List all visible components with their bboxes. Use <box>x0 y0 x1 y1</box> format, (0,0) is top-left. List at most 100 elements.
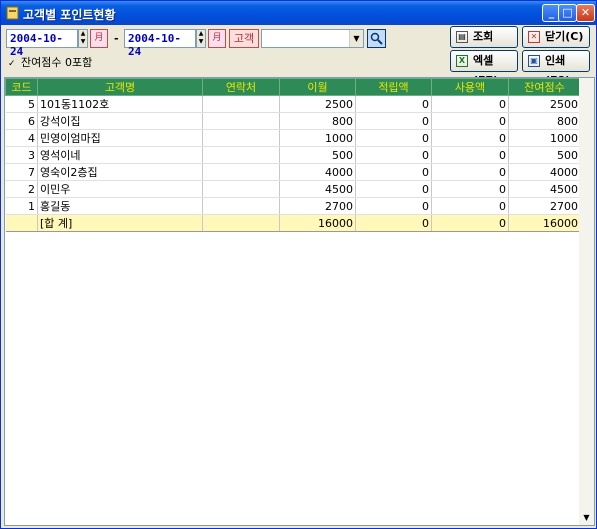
column-header[interactable]: 잔여점수 <box>508 78 581 96</box>
customer-select[interactable]: ▼ <box>261 29 364 48</box>
filter-toolbar: 2004-10-24 ▲ ▼ 月 - 2004-10-24 ▲ ▼ 月 고객 ▼ ✓… <box>4 26 593 87</box>
date-to-spinner[interactable]: ▲ ▼ <box>196 29 206 48</box>
excel-icon: X <box>456 55 468 67</box>
column-header[interactable]: 연락처 <box>202 78 280 96</box>
printer-icon: ▣ <box>528 55 540 67</box>
table-cell: 3 <box>5 146 38 164</box>
scroll-down-icon[interactable]: ▼ <box>579 510 594 525</box>
table-cell: 7 <box>5 163 38 181</box>
title-bar[interactable]: 고객별 포인트현황 _ □ ✕ <box>1 1 596 25</box>
table-cell: 4 <box>5 129 38 147</box>
table-cell: 101동1102호 <box>37 95 203 113</box>
date-from-input[interactable]: 2004-10-24 <box>6 29 78 58</box>
table-cell: 4500 <box>279 180 356 198</box>
table-cell: 0 <box>355 163 432 181</box>
column-header[interactable]: 이월 <box>279 78 356 96</box>
column-header[interactable]: 적립액 <box>355 78 432 96</box>
table-cell: 0 <box>355 197 432 215</box>
table-cell: 500 <box>279 146 356 164</box>
table-cell: 0 <box>431 180 509 198</box>
table-cell: 0 <box>431 163 509 181</box>
chevron-down-icon[interactable]: ▼ <box>349 30 363 47</box>
table-cell: 영석이네 <box>37 146 203 164</box>
close-window-button[interactable]: ✕ <box>576 4 595 22</box>
include-zero-checkbox[interactable]: ✓ 잔여점수 0포함 <box>8 54 92 70</box>
excel-button[interactable]: X 엑셀(F7) <box>450 50 518 87</box>
table-cell: 1000 <box>508 129 581 147</box>
table-cell: 2 <box>5 180 38 198</box>
table-cell: [합 계] <box>37 214 203 232</box>
close-icon: ✕ <box>528 31 540 43</box>
app-icon <box>6 6 19 20</box>
table-cell: 16000 <box>279 214 356 232</box>
checkbox-mark: ✓ <box>8 59 16 69</box>
window-title: 고객별 포인트현황 <box>23 8 116 22</box>
table-cell: 800 <box>508 112 581 130</box>
table-row[interactable]: 2 이민우 4500 0 0 4500 <box>5 180 581 198</box>
table-cell: 4000 <box>508 163 581 181</box>
column-header[interactable]: 고객명 <box>37 78 203 96</box>
table-cell: 0 <box>431 129 509 147</box>
table-cell: 4500 <box>508 180 581 198</box>
table-row[interactable]: 7 영숙이2층집 4000 0 0 4000 <box>5 163 581 181</box>
table-cell <box>202 197 280 215</box>
table-cell: 민영이엄마집 <box>37 129 203 147</box>
include-zero-label: 잔여점수 0포함 <box>21 56 93 69</box>
total-row[interactable]: [합 계] 16000 0 0 16000 <box>5 214 581 232</box>
query-icon: ▤ <box>456 31 468 43</box>
table-row[interactable]: 6 강석이집 800 0 0 800 <box>5 112 581 130</box>
table-cell <box>202 112 280 130</box>
table-cell: 0 <box>431 95 509 113</box>
table-cell: 0 <box>431 197 509 215</box>
close-button-label: 닫기(C) <box>545 30 584 43</box>
table-cell <box>202 214 280 232</box>
table-cell: 0 <box>431 214 509 232</box>
maximize-button[interactable]: □ <box>558 4 577 22</box>
date-from-spinner[interactable]: ▲ ▼ <box>78 29 88 48</box>
table-cell: 강석이집 <box>37 112 203 130</box>
column-header[interactable]: 사용액 <box>431 78 509 96</box>
main-window: 고객별 포인트현황 _ □ ✕ 2004-10-24 ▲ ▼ 月 - 2004-1… <box>0 0 597 529</box>
table-cell: 2500 <box>279 95 356 113</box>
table-cell: 500 <box>508 146 581 164</box>
table-cell: 6 <box>5 112 38 130</box>
table-cell: 0 <box>355 146 432 164</box>
table-row[interactable]: 3 영석이네 500 0 0 500 <box>5 146 581 164</box>
table-cell: 0 <box>431 146 509 164</box>
date-separator: - <box>114 32 119 45</box>
date-to-calendar-button[interactable]: 月 <box>208 29 226 48</box>
table-cell <box>202 95 280 113</box>
table-cell: 5 <box>5 95 38 113</box>
table-cell: 2700 <box>279 197 356 215</box>
points-table: 코드 고객명 연락처 이월 적립액 사용액 잔여점수 5 101동1102호 2500 0 0 250… <box>5 78 581 232</box>
table-cell: 영숙이2층집 <box>37 163 203 181</box>
date-to-input[interactable]: 2004-10-24 <box>124 29 196 58</box>
table-cell <box>202 163 280 181</box>
table-row[interactable]: 5 101동1102호 2500 0 0 2500 <box>5 95 581 113</box>
table-row[interactable]: 4 민영이엄마집 1000 0 0 1000 <box>5 129 581 147</box>
table-cell: 0 <box>355 214 432 232</box>
table-cell: 0 <box>355 112 432 130</box>
print-button[interactable]: ▣ 인쇄(F8) <box>522 50 590 87</box>
table-cell: 4000 <box>279 163 356 181</box>
table-cell: 2500 <box>508 95 581 113</box>
table-cell: 800 <box>279 112 356 130</box>
table-cell: 1000 <box>279 129 356 147</box>
points-grid[interactable]: 코드 고객명 연락처 이월 적립액 사용액 잔여점수 5 101동1102호 2500 0 0 250… <box>4 77 595 526</box>
table-cell <box>202 146 280 164</box>
date-from-calendar-button[interactable]: 月 <box>90 29 108 48</box>
table-cell: 1 <box>5 197 38 215</box>
search-button[interactable] <box>367 29 386 48</box>
table-cell <box>202 129 280 147</box>
table-cell: 0 <box>355 129 432 147</box>
close-button[interactable]: ✕ 닫기(C) <box>522 26 590 48</box>
vertical-scrollbar[interactable]: ▼ <box>579 78 594 525</box>
table-header-row: 코드 고객명 연락처 이월 적립액 사용액 잔여점수 <box>5 78 581 96</box>
table-cell: 16000 <box>508 214 581 232</box>
column-header[interactable]: 코드 <box>5 78 38 96</box>
customer-button[interactable]: 고객 <box>229 29 259 48</box>
table-row[interactable]: 1 홍길동 2700 0 0 2700 <box>5 197 581 215</box>
query-button[interactable]: ▤ 조회(F5) <box>450 26 518 63</box>
table-cell: 홍길동 <box>37 197 203 215</box>
table-cell: 0 <box>355 95 432 113</box>
